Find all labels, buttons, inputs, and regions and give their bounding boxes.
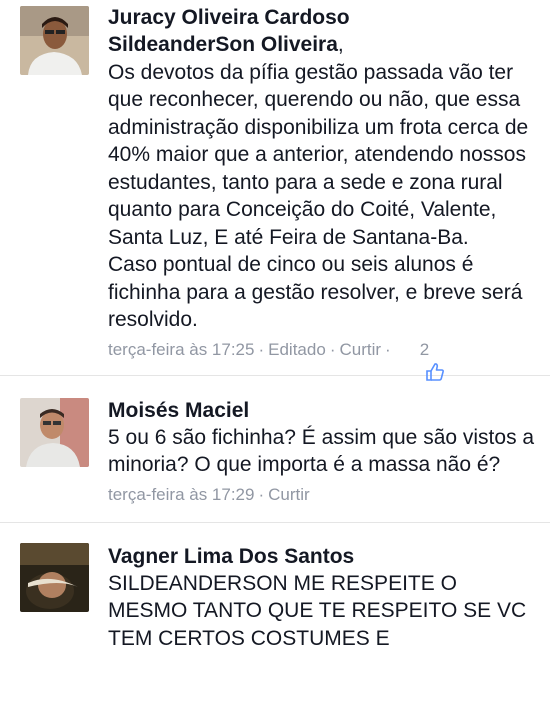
- like-button[interactable]: Curtir: [339, 339, 381, 361]
- separator: ·: [258, 484, 265, 504]
- comment-item: Vagner Lima Dos Santos SILDEANDERSON ME …: [0, 523, 550, 653]
- mention-name[interactable]: SildeanderSon Oliveira: [108, 33, 338, 56]
- separator: ·: [385, 339, 391, 359]
- separator: ·: [329, 339, 336, 359]
- timestamp[interactable]: terça-feira às 17:25: [108, 339, 254, 361]
- avatar[interactable]: [20, 397, 89, 467]
- comment-body: SILDEANDERSON ME RESPEITE O MESMO TANTO …: [108, 571, 527, 650]
- timestamp[interactable]: terça-feira às 17:29: [108, 484, 254, 506]
- mention-link[interactable]: SildeanderSon Oliveira,: [108, 33, 344, 56]
- comment-body: 5 ou 6 são fichinha? É assim que são vis…: [108, 425, 535, 477]
- avatar[interactable]: [20, 542, 89, 612]
- comment-meta: terça-feira às 17:25 · Editado · Curtir …: [108, 339, 536, 381]
- comment-text: SildeanderSon Oliveira, Os devotos da pí…: [108, 31, 536, 334]
- thumbs-up-icon[interactable]: [397, 340, 445, 381]
- comment-author[interactable]: Moisés Maciel: [108, 397, 536, 424]
- edited-link[interactable]: Editado: [268, 339, 326, 361]
- comment-meta: terça-feira às 17:29 · Curtir: [108, 484, 536, 506]
- mention-suffix: ,: [337, 33, 344, 56]
- separator: ·: [258, 339, 265, 359]
- like-button[interactable]: Curtir: [268, 484, 310, 506]
- avatar[interactable]: [20, 6, 89, 75]
- comment-item: Juracy Oliveira Cardoso SildeanderSon Ol…: [0, 0, 550, 381]
- comment-author[interactable]: Vagner Lima Dos Santos: [108, 543, 536, 570]
- comment-item: Moisés Maciel 5 ou 6 são fichinha? É ass…: [0, 376, 550, 522]
- comment-body: Os devotos da pífia gestão passada vão t…: [108, 60, 529, 332]
- comment-author[interactable]: Juracy Oliveira Cardoso: [108, 4, 536, 31]
- like-count[interactable]: 2: [420, 339, 429, 361]
